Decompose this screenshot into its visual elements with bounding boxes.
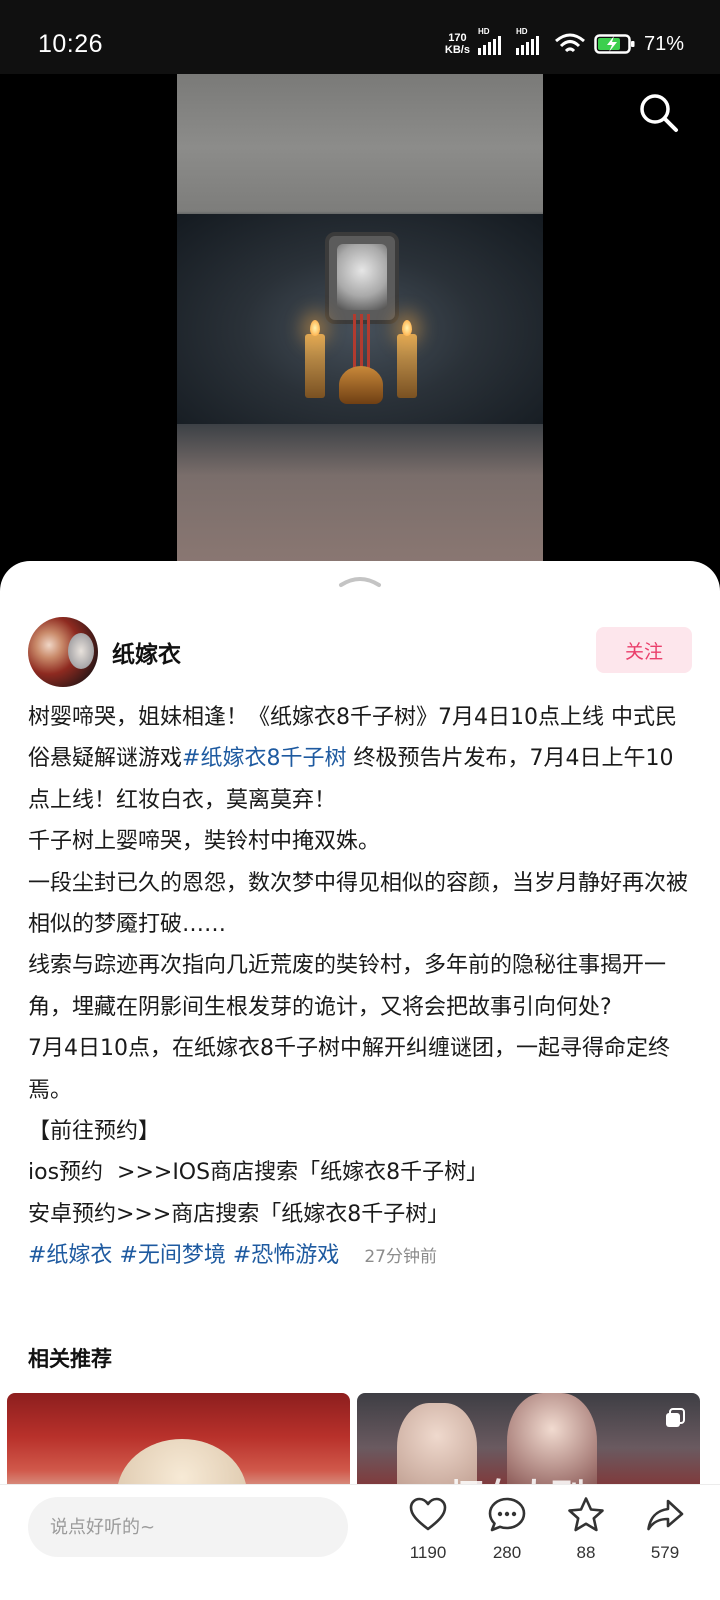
network-speed-unit: KB/s	[444, 44, 470, 56]
star-icon	[568, 1497, 604, 1532]
incense-burner	[339, 366, 383, 404]
search-button[interactable]	[638, 92, 680, 134]
tags-row: #纸嫁衣 #无间梦境 #恐怖游戏 27分钟前	[28, 1235, 692, 1278]
comment-input[interactable]	[28, 1497, 348, 1557]
desc-paragraph-5: 7月4日10点，在纸嫁衣8千子树中解开纠缠谜团，一起寻得命定终焉。	[28, 1036, 670, 1103]
share-count: 579	[650, 1543, 680, 1562]
desc-paragraph-4: 线索与踪迹再次指向几近荒废的奘铃村，多年前的隐秘往事揭开一角，埋藏在阴影间生根发…	[28, 953, 667, 1020]
follow-button[interactable]: 关注	[596, 627, 692, 673]
signal-hd-badge-2: HD	[515, 27, 528, 36]
share-button[interactable]: 579	[633, 1495, 697, 1563]
post-description: 树婴啼哭，姐妹相逢！《纸嫁衣8千子树》7月4日10点上线 中式民俗悬疑解谜游戏#…	[28, 697, 692, 1279]
author-name[interactable]: 纸嫁衣	[112, 635, 181, 669]
desc-paragraph-3: 一段尘封已久的恩怨，数次梦中得见相似的容颜，当岁月静好再次被相似的梦魇打破……	[28, 870, 689, 938]
hashtag-link[interactable]: #纸嫁衣	[28, 1243, 112, 1268]
signal-hd-badge: HD	[477, 27, 490, 36]
bottom-action-bar: 1190 280 88 579	[0, 1484, 720, 1600]
heart-icon	[409, 1497, 447, 1531]
wifi-icon	[554, 33, 585, 53]
share-arrow-icon	[647, 1499, 684, 1531]
candle-left	[305, 320, 325, 398]
battery-percent: 71%	[643, 32, 684, 55]
desc-paragraph-8: 安卓预约>>>商店搜索「纸嫁衣8千子树」	[28, 1201, 450, 1227]
candle-right	[397, 320, 417, 398]
video-scene-image	[177, 214, 543, 424]
desc-paragraph-1: 树婴啼哭，姐妹相逢！《纸嫁衣8千子树》7月4日10点上线 中式民俗悬疑解谜游戏#…	[28, 697, 692, 821]
network-speed: 170 KB/s	[445, 32, 470, 56]
related-title: 相关推荐	[28, 1347, 112, 1371]
comment-bubble-icon	[488, 1497, 526, 1532]
signal-icon: HD	[477, 27, 508, 55]
hashtag-link[interactable]: #纸嫁衣8千子树	[182, 746, 346, 771]
search-icon	[640, 94, 678, 132]
favorite-count: 88	[576, 1543, 596, 1562]
post-detail-sheet: 纸嫁衣 关注 树婴啼哭，姐妹相逢！《纸嫁衣8千子树》7月4日10点上线 中式民俗…	[0, 561, 720, 1600]
comment-button[interactable]: 280	[475, 1495, 539, 1563]
post-time: 27分钟前	[364, 1247, 437, 1268]
favorite-button[interactable]: 88	[554, 1495, 618, 1563]
old-tv-image	[325, 232, 399, 324]
multi-image-icon	[666, 1408, 685, 1427]
signal-icon-2: HD	[515, 27, 546, 55]
hashtag-link[interactable]: #恐怖游戏	[233, 1243, 339, 1268]
like-button[interactable]: 1190	[396, 1495, 460, 1563]
status-bar: 10:26 170 KB/s HD HD 71%	[0, 0, 720, 74]
like-count: 1190	[409, 1543, 447, 1562]
chevron-up-icon	[339, 577, 381, 587]
avatar[interactable]	[28, 617, 98, 687]
network-speed-value: 170	[448, 32, 467, 44]
desc-paragraph-7: ios预约 >>>IOS商店搜索「纸嫁衣8千子树」	[28, 1160, 489, 1186]
desc-paragraph-6: 【前往预约】	[28, 1119, 161, 1145]
collapse-handle[interactable]	[337, 571, 383, 589]
status-icons: 170 KB/s HD HD 71%	[445, 27, 684, 56]
media-viewer[interactable]	[0, 74, 720, 574]
hashtag-link[interactable]: #无间梦境	[119, 1243, 225, 1268]
desc-paragraph-2: 千子树上婴啼哭，奘铃村中掩双姝。	[28, 829, 381, 855]
comment-count: 280	[492, 1543, 522, 1562]
video-thumbnail[interactable]	[177, 74, 543, 564]
battery-charging-icon	[594, 34, 635, 54]
status-time: 10:26	[38, 30, 104, 58]
author-row: 纸嫁衣 关注	[28, 617, 692, 689]
